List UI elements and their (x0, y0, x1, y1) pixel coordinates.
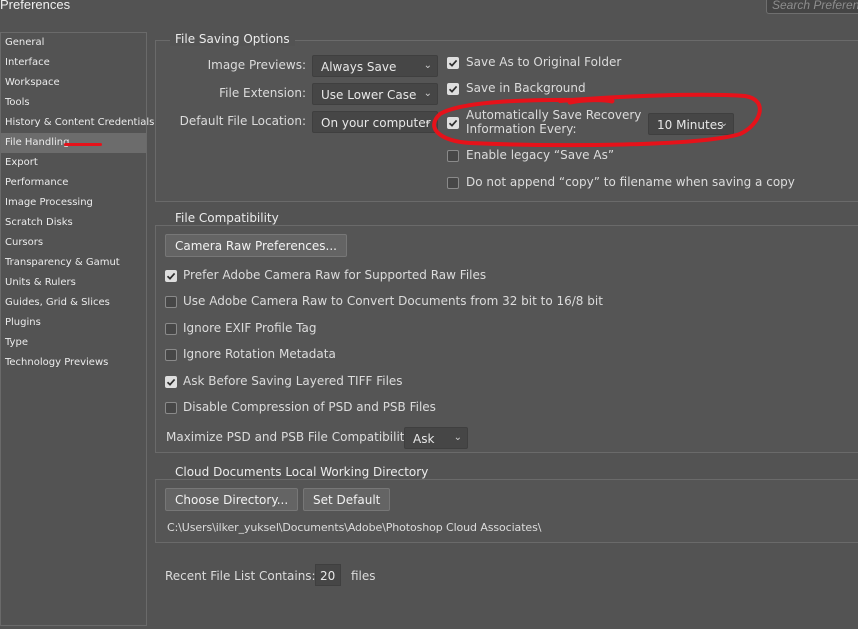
prefer-camera-raw-checkbox[interactable] (165, 270, 177, 282)
checkmark-icon (448, 59, 458, 67)
cloud-docs-title: Cloud Documents Local Working Directory (170, 465, 434, 479)
file-extension-value: Use Lower Case (321, 88, 417, 102)
sidebar-item-cursors[interactable]: Cursors (1, 233, 146, 253)
cloud-directory-path: C:\Users\ilker_yuksel\Documents\Adobe\Ph… (167, 521, 542, 534)
chevron-down-icon: ⌄ (423, 60, 432, 71)
chevron-down-icon: ⌄ (423, 88, 432, 99)
chevron-down-icon: ⌄ (453, 432, 462, 443)
sidebar-item-type[interactable]: Type (1, 333, 146, 353)
default-location-value: On your computer (321, 116, 431, 130)
save-original-folder-checkbox[interactable] (447, 57, 459, 69)
ask-tiff-label: Ask Before Saving Layered TIFF Files (183, 374, 403, 388)
sidebar-item-scratch-disks[interactable]: Scratch Disks (1, 213, 146, 233)
auto-save-checkbox[interactable] (447, 117, 459, 129)
default-location-label: Default File Location: (179, 114, 306, 128)
checkmark-icon (166, 378, 176, 386)
camera-raw-preferences-button[interactable]: Camera Raw Preferences... (165, 234, 347, 257)
image-previews-select[interactable]: Always Save ⌄ (312, 55, 438, 77)
legacy-save-as-label: Enable legacy “Save As” (466, 148, 615, 162)
save-background-label: Save in Background (466, 81, 586, 95)
choose-directory-button[interactable]: Choose Directory... (165, 488, 299, 511)
checkmark-icon (448, 85, 458, 93)
checkmark-icon (166, 272, 176, 280)
legacy-save-as-checkbox[interactable] (447, 150, 459, 162)
sidebar-item-units-rulers[interactable]: Units & Rulers (1, 273, 146, 293)
default-location-select[interactable]: On your computer ⌄ (312, 111, 438, 133)
chevron-down-icon: ⌄ (719, 118, 728, 129)
sidebar-item-workspace[interactable]: Workspace (1, 73, 146, 93)
checkmark-icon (448, 119, 458, 127)
ignore-rotation-checkbox[interactable] (165, 349, 177, 361)
red-annotation-underline (64, 143, 102, 146)
window-title: Preferences (0, 0, 71, 12)
file-compat-title: File Compatibility (170, 211, 284, 225)
ask-tiff-checkbox[interactable] (165, 376, 177, 388)
auto-save-label-line2: Information Every: (466, 122, 577, 136)
title-bar: Preferences Search Preferen (0, 0, 858, 16)
maximize-compat-select[interactable]: Ask ⌄ (404, 427, 468, 449)
disable-compression-label: Disable Compression of PSD and PSB Files (183, 400, 436, 414)
sidebar-item-history[interactable]: History & Content Credentials (1, 113, 154, 133)
prefer-camera-raw-label: Prefer Adobe Camera Raw for Supported Ra… (183, 268, 487, 282)
image-previews-label: Image Previews: (207, 58, 306, 72)
disable-compression-checkbox[interactable] (165, 402, 177, 414)
save-original-folder-label: Save As to Original Folder (466, 55, 622, 69)
sidebar-item-image-processing[interactable]: Image Processing (1, 193, 146, 213)
recent-files-label: Recent File List Contains: (165, 569, 316, 583)
maximize-compat-value: Ask (413, 432, 435, 446)
search-input[interactable]: Search Preferen (766, 0, 858, 14)
auto-save-label-line1: Automatically Save Recovery (466, 108, 642, 122)
ignore-exif-label: Ignore EXIF Profile Tag (183, 321, 317, 335)
ignore-exif-checkbox[interactable] (165, 323, 177, 335)
sidebar-item-technology-previews[interactable]: Technology Previews (1, 353, 146, 373)
file-saving-title: File Saving Options (170, 32, 295, 46)
ignore-rotation-label: Ignore Rotation Metadata (183, 347, 336, 361)
set-default-button[interactable]: Set Default (303, 488, 391, 511)
sidebar-item-tools[interactable]: Tools (1, 93, 146, 113)
convert-32bit-checkbox[interactable] (165, 296, 177, 308)
sidebar-item-general[interactable]: General (1, 33, 146, 53)
file-compat-group (155, 225, 858, 453)
file-extension-label: File Extension: (219, 86, 306, 100)
sidebar-item-interface[interactable]: Interface (1, 53, 146, 73)
chevron-down-icon: ⌄ (423, 116, 432, 127)
no-copy-label: Do not append “copy” to filename when sa… (466, 175, 795, 189)
no-copy-checkbox[interactable] (447, 177, 459, 189)
maximize-compat-label: Maximize PSD and PSB File Compatibility: (166, 430, 415, 444)
file-extension-select[interactable]: Use Lower Case ⌄ (312, 83, 438, 105)
convert-32bit-label: Use Adobe Camera Raw to Convert Document… (183, 294, 603, 308)
sidebar-item-guides[interactable]: Guides, Grid & Slices (1, 293, 146, 313)
save-background-checkbox[interactable] (447, 83, 459, 95)
image-previews-value: Always Save (321, 60, 397, 74)
auto-save-interval-select[interactable]: 10 Minutes ⌄ (648, 113, 734, 135)
sidebar-item-plugins[interactable]: Plugins (1, 313, 146, 333)
auto-save-interval-value: 10 Minutes (657, 118, 724, 132)
recent-files-input[interactable]: 20 (315, 564, 341, 586)
sidebar: General Interface Workspace Tools Histor… (0, 32, 154, 626)
sidebar-item-export[interactable]: Export (1, 153, 146, 173)
sidebar-item-transparency[interactable]: Transparency & Gamut (1, 253, 146, 273)
recent-files-unit: files (351, 569, 376, 583)
sidebar-item-performance[interactable]: Performance (1, 173, 146, 193)
